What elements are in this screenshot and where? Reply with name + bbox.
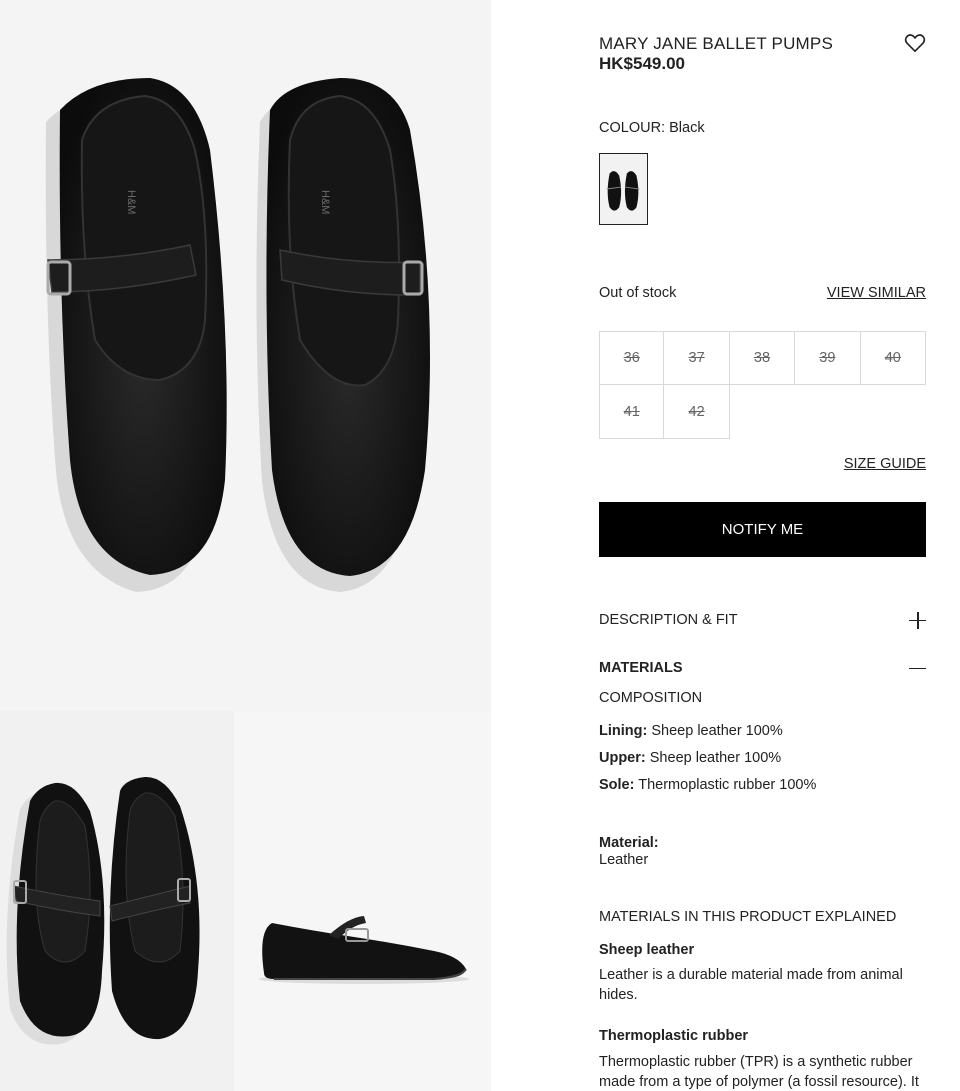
material-explained-text: Leather is a durable material made from …	[599, 967, 903, 1003]
colour-selection: COLOUR: Black	[599, 120, 705, 136]
accordion-materials-label: MATERIALS	[599, 660, 683, 676]
material-value: Leather	[599, 852, 649, 868]
material-explained-name: Sheep leather	[599, 942, 695, 958]
composition-line: Lining: Sheep leather 100%	[599, 723, 783, 739]
material-explained-name: Thermoplastic rubber	[599, 1028, 749, 1044]
view-similar-link[interactable]: VIEW SIMILAR	[827, 285, 926, 301]
size-option[interactable]: 39	[795, 331, 861, 385]
composition-value: Thermoplastic rubber 100%	[638, 777, 817, 793]
composition-line: Sole: Thermoplastic rubber 100%	[599, 777, 816, 793]
product-image-side[interactable]	[234, 711, 491, 1091]
product-image-angled[interactable]	[0, 711, 234, 1091]
size-option[interactable]: 36	[599, 331, 665, 385]
size-option[interactable]: 41	[599, 385, 665, 439]
product-image-main[interactable]: H&M H&M	[0, 0, 491, 711]
size-option[interactable]: 37	[664, 331, 730, 385]
product-details-panel: MARY JANE BALLET PUMPS HK$549.00 COLOUR:…	[599, 0, 926, 1091]
plus-icon	[909, 611, 926, 629]
material-explained-text: Thermoplastic rubber (TPR) is a syntheti…	[599, 1054, 919, 1090]
composition-value: Sheep leather 100%	[649, 750, 782, 766]
composition-part: Sole:	[599, 777, 635, 793]
size-option[interactable]: 40	[860, 331, 926, 385]
composition-part: Lining:	[599, 723, 648, 739]
favourite-button[interactable]	[904, 33, 926, 53]
accordion-description-fit[interactable]: DESCRIPTION & FIT	[599, 609, 926, 631]
colour-swatch-black[interactable]	[599, 153, 648, 225]
composition-value: Sheep leather 100%	[651, 723, 783, 739]
svg-text:H&M: H&M	[125, 190, 137, 214]
stock-status: Out of stock	[599, 285, 677, 301]
accordion-description-label: DESCRIPTION & FIT	[599, 612, 738, 628]
accordion-materials[interactable]: MATERIALS	[599, 657, 926, 679]
size-option[interactable]: 38	[729, 331, 796, 385]
composition-heading: COMPOSITION	[599, 690, 703, 706]
colour-value: Black	[669, 120, 705, 136]
composition-part: Upper:	[599, 750, 646, 766]
product-gallery: H&M H&M	[0, 0, 491, 1091]
colour-label: COLOUR:	[599, 120, 666, 136]
product-title: MARY JANE BALLET PUMPS	[599, 34, 833, 53]
minus-icon	[909, 660, 926, 677]
product-price: HK$549.00	[599, 54, 686, 73]
material-label: Material:	[599, 835, 659, 851]
heart-icon	[904, 34, 926, 52]
size-grid: 36 37 38 39 40 41 42	[599, 331, 926, 439]
notify-me-button[interactable]: NOTIFY ME	[599, 502, 926, 557]
svg-text:H&M: H&M	[319, 190, 331, 214]
size-option[interactable]: 42	[664, 385, 730, 439]
composition-line: Upper: Sheep leather 100%	[599, 750, 781, 766]
size-guide-link[interactable]: SIZE GUIDE	[844, 456, 926, 472]
materials-explained-heading: MATERIALS IN THIS PRODUCT EXPLAINED	[599, 909, 897, 925]
